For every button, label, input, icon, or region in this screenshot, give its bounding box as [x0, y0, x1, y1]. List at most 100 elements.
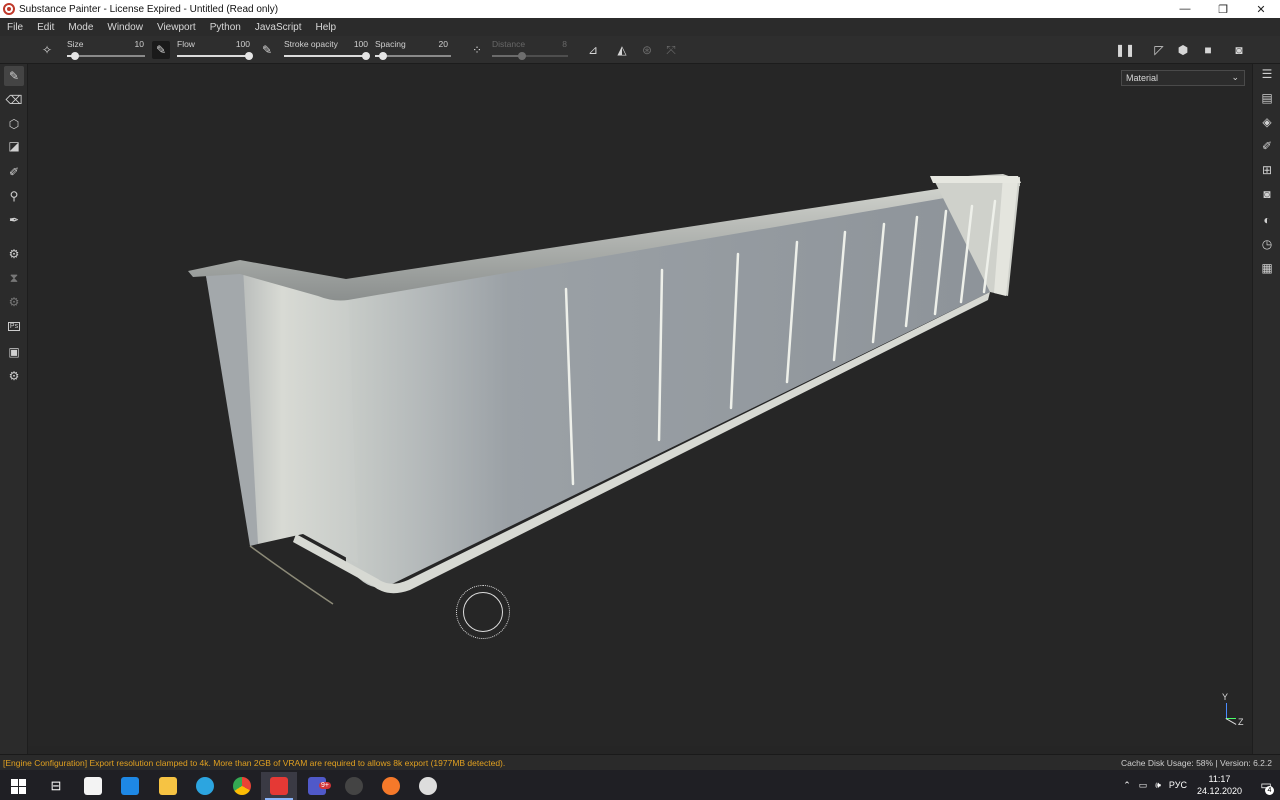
display-icon[interactable]: ◙ — [1257, 184, 1277, 204]
screenshot-camera-icon[interactable]: ◙ — [1230, 41, 1248, 59]
history-icon[interactable]: ◷ — [1257, 234, 1277, 254]
size-slider[interactable] — [67, 52, 145, 60]
pause-icon[interactable]: ❚❚ — [1115, 41, 1135, 59]
stroke-opacity-value[interactable]: 100 — [342, 39, 368, 49]
alignment-icon[interactable]: ⊿ — [584, 41, 602, 59]
uv-icon[interactable]: ⊞ — [1257, 160, 1277, 180]
smudge-icon[interactable]: ✐ — [4, 162, 24, 182]
blender-icon[interactable] — [373, 772, 409, 800]
environment-icon[interactable]: ◐ — [1257, 210, 1277, 230]
channel-select[interactable]: Material ⌄ — [1121, 70, 1245, 86]
network-icon[interactable]: ▭ — [1139, 780, 1148, 791]
spacing-value[interactable]: 20 — [424, 39, 448, 49]
distance-slider — [492, 52, 568, 60]
notification-center-icon[interactable]: ▭ 4 — [1252, 778, 1280, 795]
eraser-icon[interactable]: ⌫ — [4, 90, 24, 110]
camera-projection-icon[interactable]: ⬢ — [1174, 41, 1192, 59]
distance-value: 8 — [562, 39, 567, 49]
symmetry-settings-icon[interactable]: ⊛ — [638, 41, 656, 59]
gear-icon[interactable]: ⚙ — [4, 292, 24, 312]
language-indicator[interactable]: РУС — [1169, 780, 1187, 790]
pressure-size-icon[interactable]: ✎ — [152, 41, 170, 59]
brush-settings-icon[interactable]: ✧ — [38, 41, 56, 59]
menu-help[interactable]: Help — [309, 22, 344, 33]
brush-cursor — [456, 585, 510, 639]
restore-button[interactable]: ❐ — [1204, 0, 1242, 18]
lazy-mouse-icon[interactable]: ⁘ — [468, 41, 486, 59]
symmetry-center-icon[interactable]: ⤧ — [662, 41, 680, 59]
3d-viewport[interactable]: Material ⌄ Y Z — [28, 64, 1252, 746]
settings-icon[interactable]: ⚙ — [4, 244, 24, 264]
layers-icon[interactable]: ☰ — [1257, 64, 1277, 84]
flow-slider-fill — [177, 55, 249, 57]
log-icon[interactable]: ▦ — [1257, 258, 1277, 278]
stack-icon[interactable]: ◈ — [1257, 112, 1277, 132]
clock-date: 24.12.2020 — [1196, 786, 1242, 796]
chevron-up-icon[interactable]: ⌃ — [1123, 780, 1131, 791]
video-camera-icon[interactable]: ■ — [1199, 41, 1217, 59]
spacing-slider-knob[interactable] — [378, 52, 387, 60]
menu-window[interactable]: Window — [100, 22, 150, 33]
close-button[interactable]: ✕ — [1242, 0, 1280, 18]
distance-slider-knob — [518, 52, 527, 60]
spacing-slider[interactable] — [375, 52, 451, 60]
size-slider-knob[interactable] — [70, 52, 79, 60]
notification-count: 4 — [1265, 786, 1274, 795]
menu-viewport[interactable]: Viewport — [150, 22, 203, 33]
view-mode-icon[interactable]: ◸ — [1150, 41, 1168, 59]
color-picker-icon[interactable]: ✒ — [4, 210, 24, 230]
stroke-opacity-slider[interactable] — [284, 52, 370, 60]
menu-bar: File Edit Mode Window Viewport Python Ja… — [0, 18, 1280, 36]
flow-value[interactable]: 100 — [226, 39, 250, 49]
status-bar: [Engine Configuration] Export resolution… — [0, 754, 1280, 770]
obs-icon[interactable] — [410, 772, 446, 800]
axis-gizmo: Y Z — [1218, 692, 1248, 732]
task-view-icon[interactable]: ⊟ — [38, 772, 74, 800]
polygon-fill-icon[interactable]: ◪ — [4, 136, 24, 156]
stroke-opacity-slider-fill — [284, 55, 366, 57]
flow-slider[interactable] — [177, 52, 253, 60]
hourglass-icon[interactable]: ⧗ — [4, 268, 24, 288]
telegram-icon[interactable] — [187, 772, 223, 800]
chrome-icon[interactable] — [224, 772, 260, 800]
substance-painter-taskbar-icon[interactable] — [261, 772, 297, 800]
right-panel-shelf: ☰ ▤ ◈ ✐ ⊞ ◙ ◐ ◷ ▦ — [1252, 64, 1280, 754]
inkscape-icon[interactable] — [336, 772, 372, 800]
store-icon[interactable] — [75, 772, 111, 800]
volume-icon[interactable]: 🕪 — [1155, 780, 1161, 791]
texture-set-icon[interactable]: ▤ — [1257, 88, 1277, 108]
teams-badge: 9+ — [319, 782, 331, 789]
size-label: Size — [67, 39, 84, 49]
cache-version-info: Cache Disk Usage: 58% | Version: 6.2.2 — [1120, 757, 1272, 768]
windows-taskbar: ⊟ 9+ ⌃ ▭ 🕪 РУС 11:17 24.12.2020 ▭ 4 — [0, 770, 1280, 800]
size-value[interactable]: 10 — [120, 39, 144, 49]
menu-javascript[interactable]: JavaScript — [248, 22, 309, 33]
flow-label: Flow — [177, 39, 195, 49]
mail-icon[interactable] — [112, 772, 148, 800]
minimize-button[interactable]: — — [1166, 0, 1204, 18]
plugin-icon[interactable]: ⚙ — [4, 366, 24, 386]
flow-slider-knob[interactable] — [245, 52, 253, 60]
window-title: Substance Painter - License Expired - Un… — [19, 3, 279, 15]
menu-python[interactable]: Python — [203, 22, 248, 33]
windows-start-icon[interactable] — [0, 772, 36, 800]
tool-properties-bar: ✧ Size 10 ✎ Flow 100 ✎ Stroke opacity 10… — [0, 36, 1280, 64]
file-explorer-icon[interactable] — [150, 772, 186, 800]
menu-mode[interactable]: Mode — [61, 22, 100, 33]
paint-brush-icon[interactable]: ✎ — [4, 66, 24, 86]
brush-icon[interactable]: ✐ — [1257, 136, 1277, 156]
teams-icon[interactable]: 9+ — [299, 772, 335, 800]
menu-file[interactable]: File — [0, 22, 30, 33]
menu-edit[interactable]: Edit — [30, 22, 61, 33]
railing-3d-model[interactable] — [28, 64, 1252, 746]
symmetry-icon[interactable]: ◭ — [613, 41, 631, 59]
export-icon[interactable]: ▣ — [4, 342, 24, 362]
pressure-flow-icon[interactable]: ✎ — [258, 41, 276, 59]
photoshop-icon[interactable]: Ps — [4, 316, 24, 336]
stroke-opacity-slider-knob[interactable] — [362, 52, 370, 60]
projection-icon[interactable]: ⬡ — [4, 114, 24, 134]
engine-warning-message: [Engine Configuration] Export resolution… — [3, 757, 506, 768]
clone-icon[interactable]: ⚲ — [4, 186, 24, 206]
clock-time: 11:17 — [1208, 774, 1231, 784]
clock[interactable]: 11:17 24.12.2020 — [1197, 773, 1242, 797]
